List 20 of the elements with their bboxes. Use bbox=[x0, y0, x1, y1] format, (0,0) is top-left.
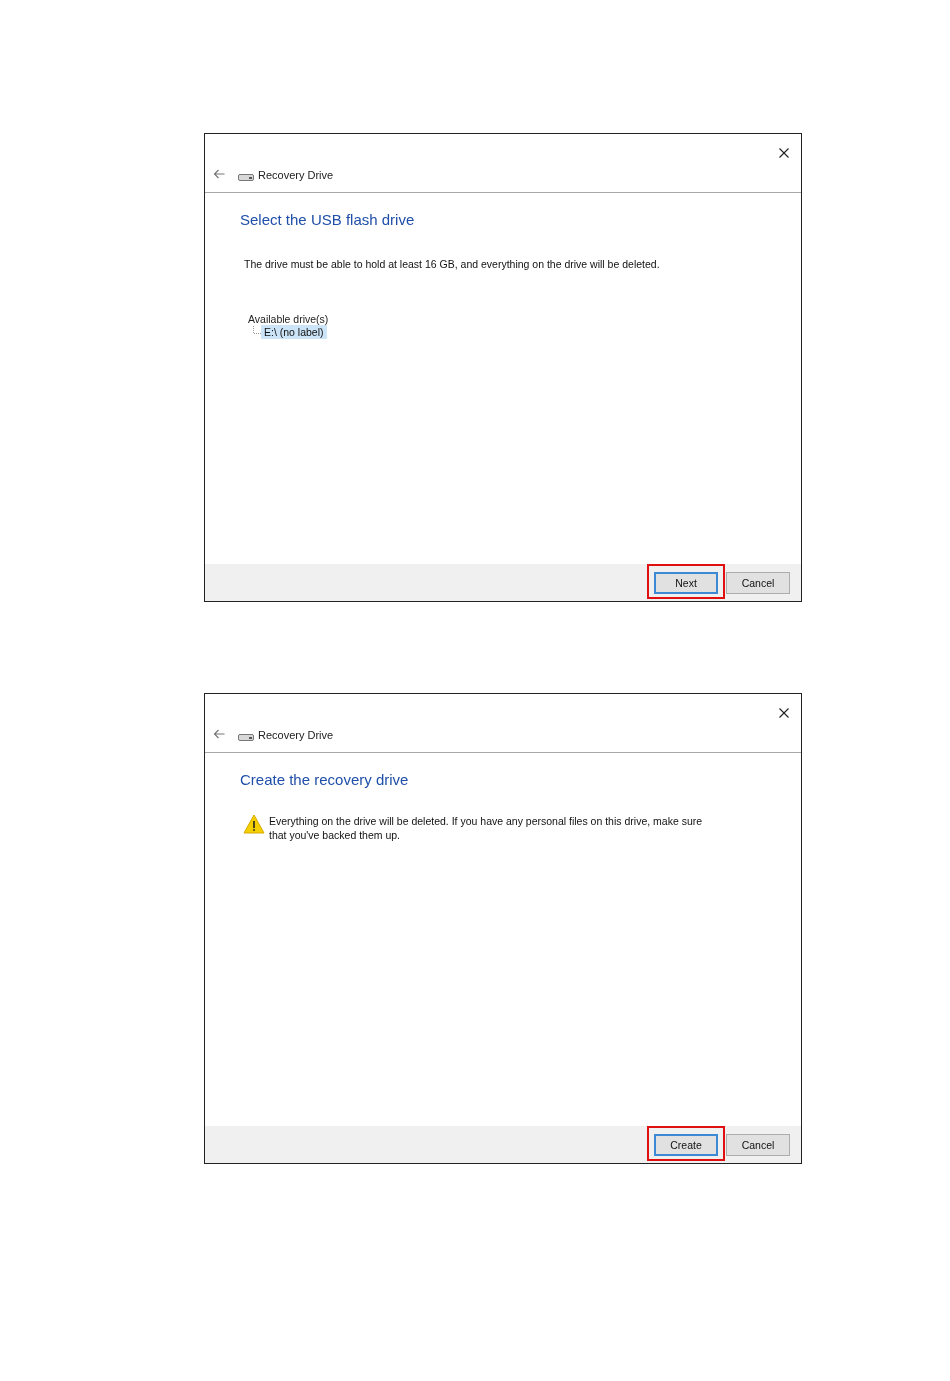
page-heading: Select the USB flash drive bbox=[240, 211, 416, 228]
close-icon[interactable] bbox=[779, 148, 789, 158]
drive-icon bbox=[238, 173, 254, 181]
page-heading: Create the recovery drive bbox=[240, 771, 410, 788]
back-arrow-icon[interactable] bbox=[213, 729, 225, 739]
dialog-button[interactable]: Create bbox=[654, 1133, 718, 1156]
list-label: Available drive(s) bbox=[248, 313, 330, 325]
dialog-button[interactable]: Cancel bbox=[726, 1133, 790, 1156]
dialog-button[interactable]: Next bbox=[654, 571, 718, 594]
close-icon[interactable] bbox=[779, 708, 789, 718]
drive-list-item[interactable]: E:\ (no label) bbox=[261, 325, 327, 339]
instruction-text: The drive must be able to hold at least 16 GB, and everything on the drive will be deleted. bbox=[244, 258, 661, 270]
back-arrow-icon[interactable] bbox=[213, 169, 225, 179]
warning-icon bbox=[243, 814, 265, 834]
window-title: Recovery Drive bbox=[258, 729, 334, 741]
window-title: Recovery Drive bbox=[258, 169, 334, 181]
tree-line-icon bbox=[253, 326, 261, 334]
drive-icon bbox=[238, 733, 254, 741]
warning-text: Everything on the drive will be deleted. If you have any personal files on this drive, make sure that you've backed them up. bbox=[269, 814, 704, 842]
dialog-button[interactable]: Cancel bbox=[726, 571, 790, 594]
